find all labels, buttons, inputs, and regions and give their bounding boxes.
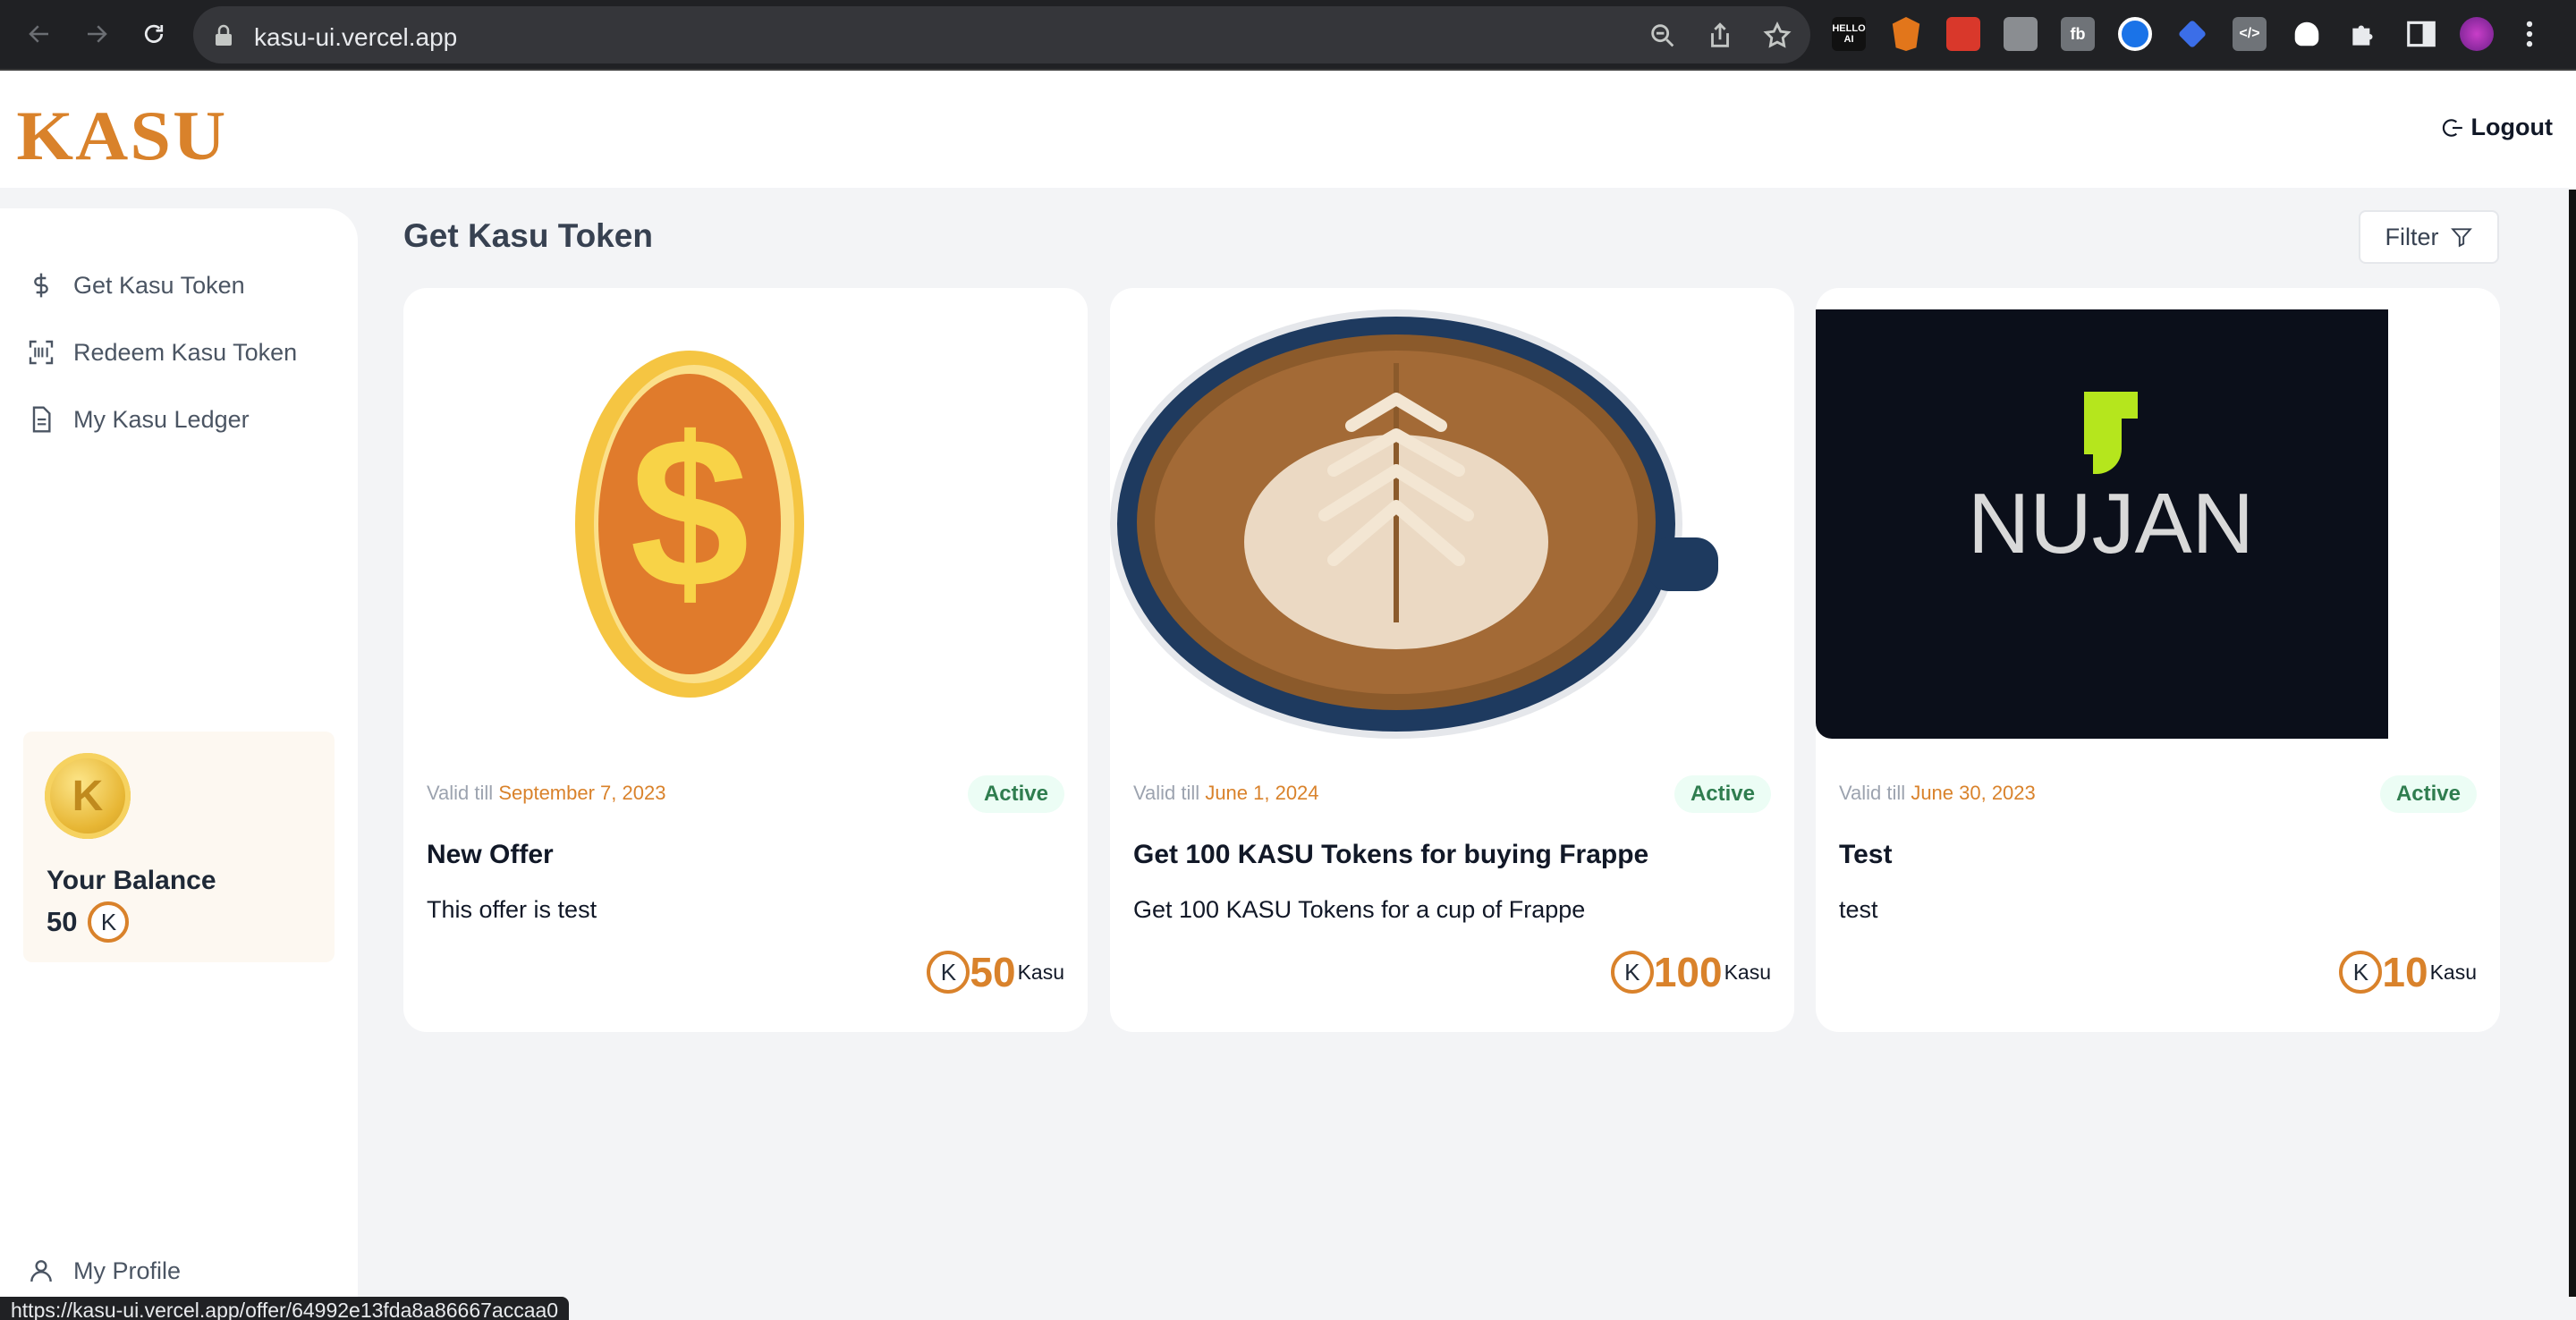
kasu-logo[interactable]: KASU (16, 96, 227, 176)
scan-icon (29, 340, 54, 365)
puzzle-ext-icon[interactable] (2347, 17, 2381, 51)
latte-art-coffee-image (1110, 309, 1718, 739)
valid-till: Valid till June 1, 2024 (1133, 782, 1319, 804)
address-bar[interactable]: kasu-ui.vercel.app (193, 6, 1810, 63)
valid-date: September 7, 2023 (498, 782, 666, 804)
balance-card: K Your Balance 50 K (23, 732, 335, 962)
logout-icon (2442, 118, 2462, 137)
sidebar: Get Kasu Token Redeem Kasu Token My Kasu… (0, 208, 358, 1320)
valid-till: Valid till September 7, 2023 (427, 782, 666, 804)
tag-ext-icon[interactable] (2177, 19, 2207, 49)
sidebar-item-my-profile[interactable]: My Profile (27, 1257, 181, 1285)
bookmark-star-icon[interactable] (1762, 21, 1792, 51)
document-icon (32, 406, 51, 433)
link-preview-url: https://kasu-ui.vercel.app/offer/64992e1… (0, 1297, 570, 1320)
offer-amount: 10 (2382, 949, 2428, 995)
reload-icon (144, 24, 164, 43)
page-title: Get Kasu Token (403, 217, 653, 254)
sidebar-item-label: Get Kasu Token (73, 271, 245, 299)
kasu-token-icon: K (1610, 951, 1654, 994)
nujan-logo-text: NUJAN (1968, 476, 2254, 571)
sidebar-toggle-icon[interactable] (2404, 17, 2438, 51)
forward-button[interactable] (79, 16, 114, 52)
page-scrollbar[interactable] (2569, 190, 2576, 1297)
sidebar-item-label: My Kasu Ledger (73, 405, 250, 433)
url-text: kasu-ui.vercel.app (254, 23, 458, 51)
sidebar-item-label: My Profile (73, 1257, 182, 1284)
hand-ext-icon[interactable] (2004, 17, 2038, 51)
back-button[interactable] (21, 16, 57, 52)
sidebar-item-my-kasu-ledger[interactable]: My Kasu Ledger (27, 405, 250, 434)
browser-toolbar: kasu-ui.vercel.app HELLO AI fb </> (0, 0, 2576, 71)
kasu-coin-icon: K (45, 753, 131, 839)
offer-card[interactable]: Valid till June 1, 2024 Active Get 100 K… (1110, 288, 1794, 1032)
logout-button[interactable]: Logout (2441, 114, 2553, 141)
zoom-icon[interactable] (1648, 21, 1678, 51)
share-icon[interactable] (1705, 21, 1735, 51)
offer-description: This offer is test (427, 896, 597, 923)
sidebar-item-label: Redeem Kasu Token (73, 338, 298, 366)
balance-value: 50 (47, 906, 78, 937)
balance-value-row: 50 K (47, 901, 130, 943)
metamask-ext-icon[interactable] (1892, 17, 1920, 51)
arrow-left-icon (29, 25, 48, 43)
offer-unit: Kasu (1724, 960, 1771, 984)
ghost-ext-icon[interactable] (2294, 21, 2319, 47)
arrow-right-icon (88, 25, 107, 43)
kasu-token-icon: K (88, 901, 130, 943)
pixel-ext-icon[interactable] (1946, 17, 1980, 51)
logout-label: Logout (2470, 114, 2553, 140)
offer-amount: 100 (1653, 949, 1723, 995)
status-badge: Active (2379, 775, 2477, 813)
reload-button[interactable] (136, 16, 172, 52)
nujan-logo-image: NUJAN (1816, 309, 2388, 739)
filter-button[interactable]: Filter (2359, 210, 2499, 264)
kebab-menu-icon[interactable] (2519, 17, 2540, 51)
offer-description: Get 100 KASU Tokens for a cup of Frappe (1133, 896, 1586, 923)
offer-title: Get 100 KASU Tokens for buying Frappe (1133, 840, 1649, 869)
offer-price: K 100 Kasu (1610, 948, 1771, 996)
offer-amount: 50 (970, 949, 1016, 995)
offer-price: K 10 Kasu (2339, 948, 2477, 996)
valid-till: Valid till June 30, 2023 (1839, 782, 2036, 804)
sidebar-item-get-kasu-token[interactable]: Get Kasu Token (27, 271, 245, 300)
svg-text:$: $ (630, 393, 749, 632)
code-ai-ext-icon[interactable]: HELLO AI (1832, 17, 1866, 51)
kasu-token-icon: K (927, 951, 970, 994)
dollar-icon (34, 273, 48, 298)
user-icon (30, 1260, 52, 1282)
valid-date: June 1, 2024 (1205, 782, 1319, 804)
offer-card[interactable]: $ Valid till September 7, 2023 Active Ne… (403, 288, 1088, 1032)
offer-description: test (1839, 896, 1878, 923)
fb-ext-icon[interactable]: fb (2061, 17, 2095, 51)
valid-date: June 30, 2023 (1911, 782, 2036, 804)
kasu-token-icon: K (2339, 951, 2383, 994)
offer-card[interactable]: NUJAN Valid till June 30, 2023 Active Te… (1816, 288, 2500, 1032)
profile-avatar[interactable] (2460, 17, 2494, 51)
lock-icon (216, 24, 232, 46)
funnel-icon (2450, 228, 2472, 248)
offer-unit: Kasu (1017, 960, 1064, 984)
status-badge: Active (967, 775, 1064, 813)
offer-title: New Offer (427, 840, 554, 869)
code-ext-icon[interactable]: </> (2233, 17, 2267, 51)
offer-title: Test (1839, 840, 1893, 869)
sidebar-item-redeem-kasu-token[interactable]: Redeem Kasu Token (27, 338, 297, 367)
offer-unit: Kasu (2429, 960, 2477, 984)
balance-title: Your Balance (47, 866, 216, 895)
filter-label: Filter (2385, 223, 2439, 250)
offer-price: K 50 Kasu (927, 948, 1064, 996)
gold-dollar-coin-image: $ (575, 351, 804, 698)
status-badge: Active (1674, 775, 1771, 813)
eye-ext-icon[interactable] (2118, 17, 2152, 51)
app-header: KASU Logout (0, 71, 2576, 188)
